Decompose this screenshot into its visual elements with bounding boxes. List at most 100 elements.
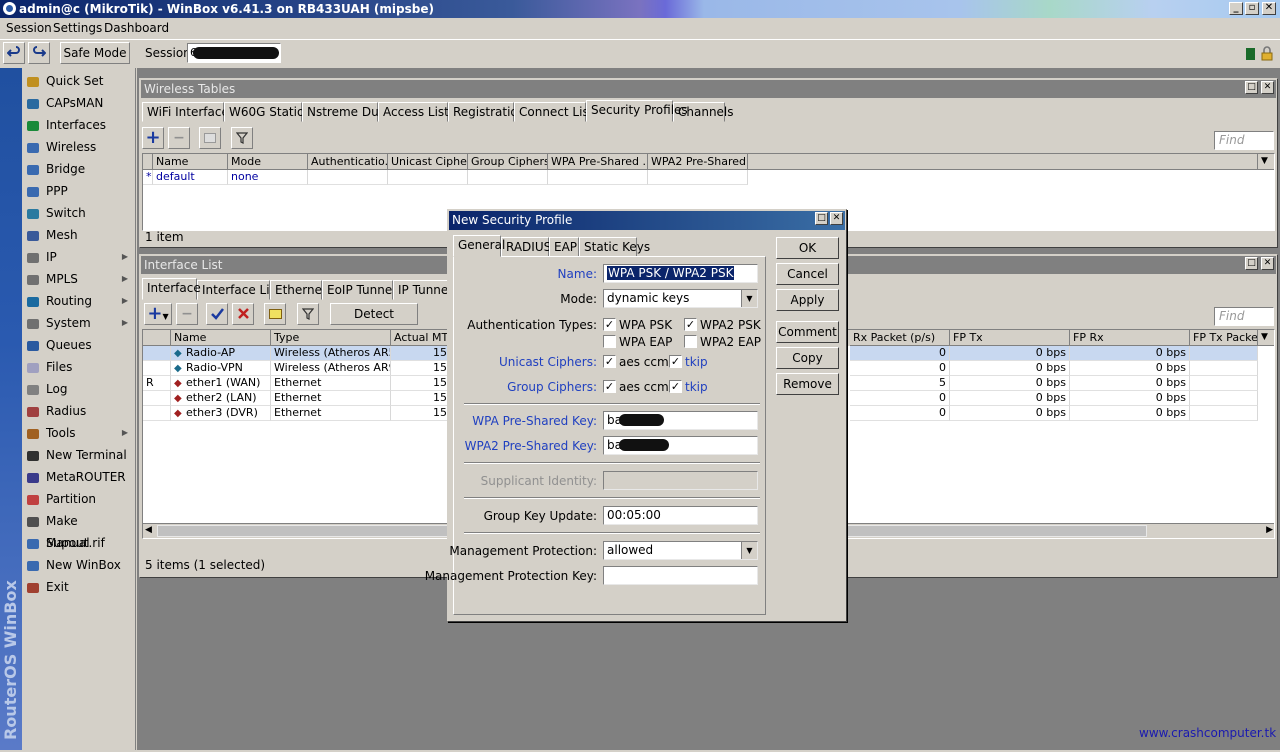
redo-button[interactable] <box>28 42 50 64</box>
tab-radius[interactable]: RADIUS <box>501 237 551 257</box>
scroll-left-icon[interactable]: ◀ <box>145 525 152 535</box>
sidebar-item-bridge[interactable]: Bridge <box>22 158 136 180</box>
tab-connect-list[interactable]: Connect List <box>514 102 593 122</box>
column-header[interactable]: Rx Packet (p/s) <box>850 330 950 346</box>
filter-button[interactable] <box>231 127 253 149</box>
sidebar-item-ppp[interactable]: PPP <box>22 180 136 202</box>
wpa2-eap-checkbox[interactable] <box>684 335 697 348</box>
tab-general[interactable]: General <box>453 235 505 257</box>
sidebar-item-mesh[interactable]: Mesh <box>22 224 136 246</box>
sidebar-item-wireless[interactable]: Wireless <box>22 136 136 158</box>
tab-security-profiles[interactable]: Security Profiles <box>586 100 688 122</box>
tab-access-list[interactable]: Access List <box>378 102 449 122</box>
close-button[interactable]: ✕ <box>1261 81 1274 94</box>
remove-button[interactable]: − <box>168 127 190 149</box>
sidebar-item-metarouter[interactable]: MetaROUTER <box>22 466 136 488</box>
sidebar-item-tools[interactable]: Tools ▶ <box>22 422 136 444</box>
sidebar-item-manual[interactable]: Manual <box>22 532 136 554</box>
column-header[interactable]: Mode <box>228 154 308 170</box>
tab-w60g-station[interactable]: W60G Station <box>224 102 312 122</box>
tab-ethernet[interactable]: Ethernet <box>270 280 327 300</box>
sidebar-item-quick-set[interactable]: Quick Set <box>22 70 136 92</box>
sidebar-item-make-supout-rif[interactable]: Make Supout.rif <box>22 510 136 550</box>
unicast-aes-checkbox[interactable]: ✓ <box>603 355 616 368</box>
tab-ip-tunnel[interactable]: IP Tunnel <box>393 280 453 300</box>
tab-registration[interactable]: Registration <box>448 102 525 122</box>
group-key-update-field[interactable]: 00:05:00 <box>603 506 758 525</box>
sidebar-item-mpls[interactable]: MPLS ▶ <box>22 268 136 290</box>
sidebar-item-new-winbox[interactable]: New WinBox <box>22 554 136 576</box>
find-input[interactable]: Find <box>1214 307 1274 326</box>
group-aes-checkbox[interactable]: ✓ <box>603 380 616 393</box>
management-protection-select[interactable]: allowed ▼ <box>603 541 758 560</box>
tab-eoip-tunnel[interactable]: EoIP Tunnel <box>322 280 396 300</box>
wpa2-psk-checkbox[interactable]: ✓ <box>684 318 697 331</box>
group-ciphers-label[interactable]: Group Ciphers: <box>507 380 597 394</box>
column-chooser-icon[interactable]: ▼ <box>1258 154 1274 170</box>
name-field[interactable]: WPA PSK / WPA2 PSK <box>603 264 758 283</box>
restore-button[interactable]: ▫ <box>1245 2 1259 15</box>
sidebar-item-exit[interactable]: Exit <box>22 576 136 598</box>
sidebar-item-files[interactable]: Files <box>22 356 136 378</box>
column-header[interactable]: WPA2 Pre-Shared... <box>648 154 748 170</box>
maximize-button[interactable]: □ <box>1245 257 1258 270</box>
menu-session[interactable]: Session <box>6 21 52 35</box>
column-header[interactable]: WPA Pre-Shared ... <box>548 154 648 170</box>
menu-dashboard[interactable]: Dashboard <box>104 21 169 35</box>
find-input[interactable]: Find <box>1214 131 1274 150</box>
sidebar-item-capsman[interactable]: CAPsMAN <box>22 92 136 114</box>
column-header[interactable]: FP Tx <box>950 330 1070 346</box>
tab-static-keys[interactable]: Static Keys <box>579 237 650 257</box>
wpa-psk-checkbox[interactable]: ✓ <box>603 318 616 331</box>
sidebar-item-partition[interactable]: Partition <box>22 488 136 510</box>
unicast-tkip-checkbox[interactable]: ✓ <box>669 355 682 368</box>
cancel-button[interactable]: Cancel <box>776 263 839 285</box>
comment-button[interactable] <box>199 127 221 149</box>
disable-button[interactable] <box>232 303 254 325</box>
tab-nstreme-dual[interactable]: Nstreme Dual <box>302 102 389 122</box>
column-chooser-icon[interactable]: ▼ <box>1258 330 1274 346</box>
sidebar-item-log[interactable]: Log <box>22 378 136 400</box>
maximize-button[interactable]: □ <box>815 212 828 225</box>
enable-button[interactable] <box>206 303 228 325</box>
add-dropdown-button[interactable]: +▼ <box>144 303 172 325</box>
apply-button[interactable]: Apply <box>776 289 839 311</box>
sidebar-item-routing[interactable]: Routing ▶ <box>22 290 136 312</box>
close-window-button[interactable]: ✕ <box>1262 2 1276 15</box>
filter-button[interactable] <box>297 303 319 325</box>
comment-button[interactable]: Comment <box>776 321 839 343</box>
wpa-eap-checkbox[interactable] <box>603 335 616 348</box>
sidebar-item-system[interactable]: System ▶ <box>22 312 136 334</box>
column-header[interactable]: Type <box>271 330 391 346</box>
scroll-right-icon[interactable]: ▶ <box>1266 525 1273 535</box>
wpa2-psk-key-label[interactable]: WPA2 Pre-Shared Key: <box>465 439 597 453</box>
column-header[interactable]: Name <box>171 330 271 346</box>
unicast-ciphers-label[interactable]: Unicast Ciphers: <box>499 355 597 369</box>
sidebar-item-ip[interactable]: IP ▶ <box>22 246 136 268</box>
wpa-psk-key-label[interactable]: WPA Pre-Shared Key: <box>472 414 597 428</box>
column-header[interactable]: Authenticatio... <box>308 154 388 170</box>
sidebar-item-interfaces[interactable]: Interfaces <box>22 114 136 136</box>
column-header[interactable]: FP Tx Packet <box>1190 330 1258 346</box>
minimize-button[interactable]: _ <box>1229 2 1243 15</box>
copy-button[interactable]: Copy <box>776 347 839 369</box>
close-button[interactable]: ✕ <box>1261 257 1274 270</box>
detect-internet-button[interactable]: Detect Internet <box>330 303 418 341</box>
management-protection-key-field[interactable] <box>603 566 758 585</box>
chevron-down-icon[interactable]: ▼ <box>741 542 757 559</box>
wpa-psk-key-field[interactable]: ba <box>603 411 758 430</box>
ok-button[interactable]: OK <box>776 237 839 259</box>
maximize-button[interactable]: □ <box>1245 81 1258 94</box>
column-header[interactable]: Name <box>153 154 228 170</box>
name-label[interactable]: Name: <box>558 267 597 281</box>
group-tkip-checkbox[interactable]: ✓ <box>669 380 682 393</box>
tab-wifi-interfaces[interactable]: WiFi Interfaces <box>142 102 235 122</box>
undo-button[interactable] <box>3 42 25 64</box>
chevron-down-icon[interactable]: ▼ <box>741 290 757 307</box>
tab-interface-list[interactable]: Interface List <box>197 280 281 300</box>
menu-settings[interactable]: Settings <box>53 21 102 35</box>
remove-button[interactable]: Remove <box>776 373 839 395</box>
mode-select[interactable]: dynamic keys ▼ <box>603 289 758 308</box>
safe-mode-button[interactable]: Safe Mode <box>60 42 130 64</box>
sidebar-item-new-terminal[interactable]: New Terminal <box>22 444 136 466</box>
